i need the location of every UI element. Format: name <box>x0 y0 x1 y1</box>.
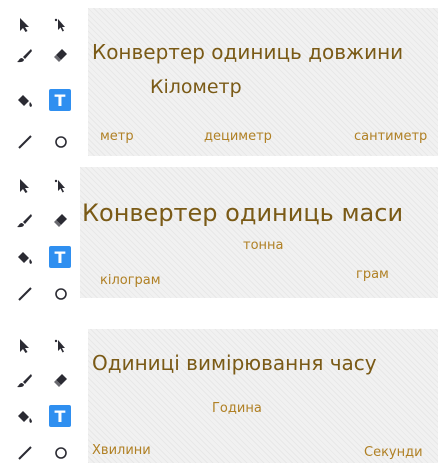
svg-text:T: T <box>55 408 66 424</box>
line-icon[interactable] <box>14 131 36 153</box>
canvas-word[interactable]: грам <box>356 267 389 282</box>
paint-toolbar: T <box>0 325 88 463</box>
text-tool-icon[interactable]: T <box>49 246 71 268</box>
eraser-icon[interactable] <box>50 369 72 391</box>
canvas-word[interactable]: Секунди <box>364 445 423 460</box>
select-arrow-icon[interactable] <box>14 335 36 357</box>
editor-panel-length: T Конвертер одиниць довжини Кілометр мет… <box>0 0 438 160</box>
select-arrow-icon[interactable] <box>14 175 36 197</box>
canvas-word[interactable]: дециметр <box>204 129 272 144</box>
ellipse-icon[interactable] <box>50 283 72 305</box>
canvas-word[interactable]: сантиметр <box>354 129 427 144</box>
eraser-icon[interactable] <box>50 44 72 66</box>
canvas-subtitle[interactable]: Кілометр <box>150 76 242 98</box>
canvas-word[interactable]: Хвилини <box>92 443 151 458</box>
line-icon[interactable] <box>14 283 36 305</box>
eraser-icon[interactable] <box>50 209 72 231</box>
reshape-icon[interactable] <box>50 335 72 357</box>
canvas-word[interactable]: Година <box>212 401 262 416</box>
reshape-icon[interactable] <box>50 175 72 197</box>
ellipse-icon[interactable] <box>50 131 72 153</box>
canvas-title[interactable]: Конвертер одиниць довжини <box>92 40 403 64</box>
svg-text:T: T <box>55 92 66 108</box>
reshape-icon[interactable] <box>50 14 72 36</box>
ellipse-icon[interactable] <box>50 442 72 464</box>
canvas-title[interactable]: Одиниці вимірювання часу <box>92 351 377 375</box>
canvas-word[interactable]: метр <box>100 129 134 144</box>
editor-panel-mass: T Конвертер одиниць маси тонна кілограм … <box>0 165 438 301</box>
canvas-word[interactable]: тонна <box>243 238 284 253</box>
fill-icon[interactable] <box>14 90 36 112</box>
text-tool-icon[interactable]: T <box>49 405 71 427</box>
paint-toolbar: T <box>0 165 88 301</box>
text-tool-icon[interactable]: T <box>49 89 71 111</box>
brush-icon[interactable] <box>14 209 36 231</box>
select-arrow-icon[interactable] <box>14 14 36 36</box>
drawing-canvas[interactable]: Одиниці вимірювання часу Година Хвилини … <box>88 329 438 463</box>
brush-icon[interactable] <box>14 44 36 66</box>
line-icon[interactable] <box>14 442 36 464</box>
canvas-title[interactable]: Конвертер одиниць маси <box>82 199 403 227</box>
canvas-word[interactable]: кілограм <box>100 273 161 288</box>
svg-text:T: T <box>55 249 66 265</box>
drawing-canvas[interactable]: Конвертер одиниць довжини Кілометр метр … <box>88 8 438 156</box>
editor-panel-time: T Одиниці вимірювання часу Година Хвилин… <box>0 325 438 463</box>
fill-icon[interactable] <box>14 247 36 269</box>
paint-toolbar: T <box>0 0 88 160</box>
fill-icon[interactable] <box>14 406 36 428</box>
drawing-canvas[interactable]: Конвертер одиниць маси тонна кілограм гр… <box>80 167 438 298</box>
brush-icon[interactable] <box>14 369 36 391</box>
